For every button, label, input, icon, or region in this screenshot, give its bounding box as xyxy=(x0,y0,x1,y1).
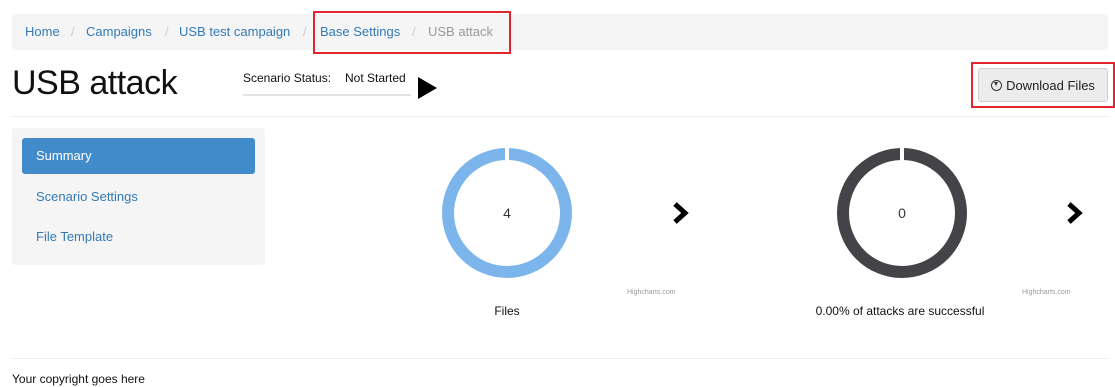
footer-divider xyxy=(12,358,1108,359)
sidebar-item-file-template[interactable]: File Template xyxy=(22,219,255,255)
breadcrumb-separator: / xyxy=(165,24,169,39)
sidebar-item-scenario-settings[interactable]: Scenario Settings xyxy=(22,179,255,215)
attacks-donut-chart: 0 xyxy=(837,146,967,278)
attacks-count-label: 0 xyxy=(898,205,906,221)
attacks-caption: 0.00% of attacks are successful xyxy=(815,304,985,318)
files-caption: Files xyxy=(494,304,520,318)
breadcrumb-separator: / xyxy=(71,24,75,39)
page: Home / Campaigns / USB test campaign / B… xyxy=(0,0,1115,387)
files-donut-chart: 4 xyxy=(442,146,572,278)
donut-gap xyxy=(505,146,509,161)
donut-gap xyxy=(900,146,904,161)
status-label: Scenario Status: xyxy=(243,71,332,85)
breadcrumb-separator: / xyxy=(303,24,307,39)
sidebar: Summary Scenario Settings File Template xyxy=(12,128,265,265)
divider xyxy=(12,116,1108,117)
play-icon[interactable] xyxy=(418,77,437,99)
breadcrumb-campaigns-link[interactable]: Campaigns xyxy=(86,14,152,50)
breadcrumb-campaign-link[interactable]: USB test campaign xyxy=(179,14,290,50)
status-value: Not Started xyxy=(345,71,406,85)
chevron-right-icon[interactable] xyxy=(672,202,690,224)
page-title: USB attack xyxy=(12,64,178,102)
highlight-box-breadcrumb xyxy=(313,11,511,54)
footer-copyright: Your copyright goes here xyxy=(12,372,145,386)
scenario-status: Scenario Status: Not Started xyxy=(243,68,411,96)
breadcrumb-home-link[interactable]: Home xyxy=(25,14,60,50)
breadcrumb: Home / Campaigns / USB test campaign / B… xyxy=(12,14,1108,50)
files-count-label: 4 xyxy=(503,205,511,221)
sidebar-item-summary[interactable]: Summary xyxy=(22,138,255,174)
chart-credits[interactable]: Highcharts.com xyxy=(627,289,676,296)
chevron-right-icon[interactable] xyxy=(1066,202,1084,224)
chart-credits[interactable]: Highcharts.com xyxy=(1022,289,1071,296)
highlight-box-download xyxy=(971,62,1115,108)
